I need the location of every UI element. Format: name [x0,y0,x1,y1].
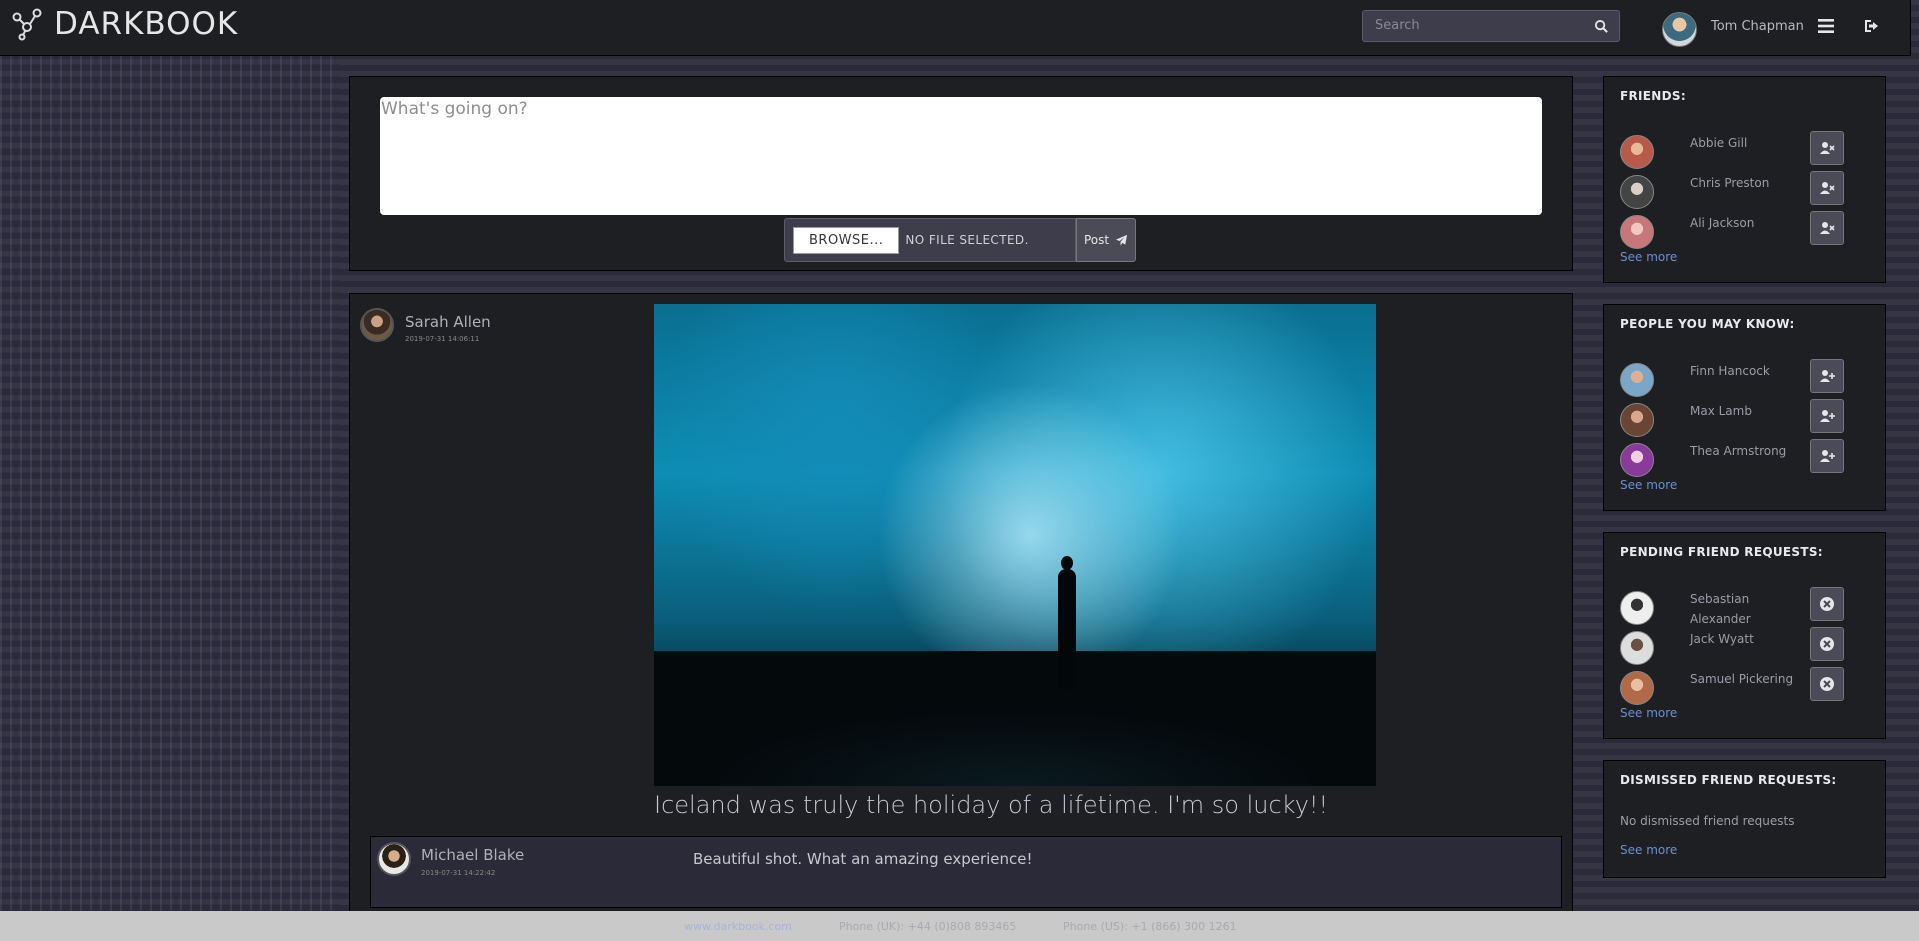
comment-author-name[interactable]: Michael Blake [421,846,524,864]
footer-phone-us: Phone (US): +1 (866) 300 1261 [1063,920,1237,933]
molecule-logo-icon [12,8,42,41]
footer-phone-uk: Phone (UK): +44 (0)808 893465 [839,920,1017,933]
image-person-head [1061,556,1073,570]
image-person-silhouette [1058,569,1076,689]
remove-friend-button[interactable] [1810,171,1844,205]
user-remove-icon [1820,182,1835,194]
compose-panel: BROWSE... NO FILE SELECTED. Post [349,76,1573,271]
circle-close-icon [1820,677,1834,691]
friend-avatar[interactable] [1620,215,1654,249]
top-navbar: DARKBOOK Tom Chapman [0,0,1911,56]
status-textarea[interactable] [380,97,1542,215]
friend-row: Abbie Gill [1620,131,1870,173]
footer: www.darkbook.com Phone (UK): +44 (0)808 … [0,911,1919,941]
friend-avatar[interactable] [1620,175,1654,209]
post-timestamp: 2019-07-31 14:06:11 [405,335,480,343]
dismissed-title: DISMISSED FRIEND REQUESTS: [1620,773,1837,787]
suggestion-name[interactable]: Thea Armstrong [1690,441,1795,461]
suggestions-panel: PEOPLE YOU MAY KNOW: Finn Hancock Max La… [1603,304,1886,511]
dismissed-requests-panel: DISMISSED FRIEND REQUESTS: No dismissed … [1603,760,1886,878]
friends-see-more-link[interactable]: See more [1620,250,1677,264]
logout-icon[interactable] [1863,17,1881,35]
pending-row: Sebastian Alexander [1620,587,1870,629]
pending-title: PENDING FRIEND REQUESTS: [1620,545,1823,559]
user-add-icon [1820,450,1835,462]
friend-name[interactable]: Abbie Gill [1690,133,1795,153]
circle-close-icon [1820,637,1834,651]
remove-friend-button[interactable] [1810,131,1844,165]
user-avatar[interactable] [1662,12,1697,47]
pending-name[interactable]: Sebastian Alexander [1690,589,1795,629]
post-author-avatar[interactable] [360,308,394,342]
pending-requests-panel: PENDING FRIEND REQUESTS: Sebastian Alexa… [1603,532,1886,739]
background-pattern [0,56,340,916]
friend-name[interactable]: Chris Preston [1690,173,1795,193]
cancel-request-button[interactable] [1810,587,1844,621]
post-caption: Iceland was truly the holiday of a lifet… [654,791,1329,819]
add-friend-button[interactable] [1810,359,1844,393]
suggestions-see-more-link[interactable]: See more [1620,478,1677,492]
user-remove-icon [1820,142,1835,154]
pending-row: Jack Wyatt [1620,627,1870,669]
cancel-request-button[interactable] [1810,627,1844,661]
pending-avatar[interactable] [1620,631,1654,665]
comment-text: Beautiful shot. What an amazing experien… [693,850,1033,868]
search-input[interactable] [1363,11,1583,40]
pending-avatar[interactable] [1620,671,1654,705]
user-add-icon [1820,410,1835,422]
footer-website-link[interactable]: www.darkbook.com [684,920,792,933]
circle-close-icon [1820,597,1834,611]
dismissed-see-more-link[interactable]: See more [1620,843,1677,857]
search-icon[interactable] [1594,19,1609,34]
brand[interactable]: DARKBOOK [10,6,238,42]
add-friend-button[interactable] [1810,399,1844,433]
post-author-name[interactable]: Sarah Allen [405,313,491,331]
comment-author-avatar[interactable] [377,842,411,876]
suggestions-title: PEOPLE YOU MAY KNOW: [1620,317,1795,331]
pending-name[interactable]: Samuel Pickering [1690,669,1795,689]
suggestion-row: Max Lamb [1620,399,1870,441]
post-button-label: Post [1083,233,1110,247]
pending-row: Samuel Pickering [1620,667,1870,709]
dismissed-empty-text: No dismissed friend requests [1620,814,1795,828]
suggestion-row: Finn Hancock [1620,359,1870,401]
file-upload-row: BROWSE... NO FILE SELECTED. Post [784,218,1136,262]
file-input[interactable]: BROWSE... NO FILE SELECTED. [784,218,1076,262]
suggestion-name[interactable]: Max Lamb [1690,401,1795,421]
feed-post: Sarah Allen 2019-07-31 14:06:11 Iceland … [349,293,1573,933]
pending-name[interactable]: Jack Wyatt [1690,629,1795,649]
brand-name: DARKBOOK [54,6,239,42]
suggestion-avatar[interactable] [1620,443,1654,477]
cancel-request-button[interactable] [1810,667,1844,701]
pending-avatar[interactable] [1620,591,1654,625]
file-status: NO FILE SELECTED. [905,233,1029,247]
friends-title: FRIENDS: [1620,89,1686,103]
comment: Michael Blake 2019-07-31 14:22:42 Beauti… [370,836,1562,908]
suggestion-avatar[interactable] [1620,403,1654,437]
search-box [1362,10,1620,42]
remove-friend-button[interactable] [1810,211,1844,245]
user-remove-icon [1820,222,1835,234]
comment-timestamp: 2019-07-31 14:22:42 [421,869,496,877]
friends-panel: FRIENDS: Abbie Gill Chris Preston Ali Ja… [1603,76,1886,283]
user-add-icon [1820,370,1835,382]
suggestion-name[interactable]: Finn Hancock [1690,361,1795,381]
friend-row: Chris Preston [1620,171,1870,213]
friend-name[interactable]: Ali Jackson [1690,213,1795,233]
suggestion-row: Thea Armstrong [1620,439,1870,481]
add-friend-button[interactable] [1810,439,1844,473]
paper-plane-icon [1115,234,1128,246]
pending-see-more-link[interactable]: See more [1620,706,1677,720]
browse-button[interactable]: BROWSE... [793,226,900,254]
post-image[interactable] [654,304,1376,786]
friend-avatar[interactable] [1620,135,1654,169]
suggestion-avatar[interactable] [1620,363,1654,397]
image-ground [654,651,1376,786]
friend-row: Ali Jackson [1620,211,1870,253]
user-name[interactable]: Tom Chapman [1711,19,1804,34]
post-button[interactable]: Post [1076,218,1136,262]
hamburger-menu-icon[interactable] [1817,17,1835,35]
